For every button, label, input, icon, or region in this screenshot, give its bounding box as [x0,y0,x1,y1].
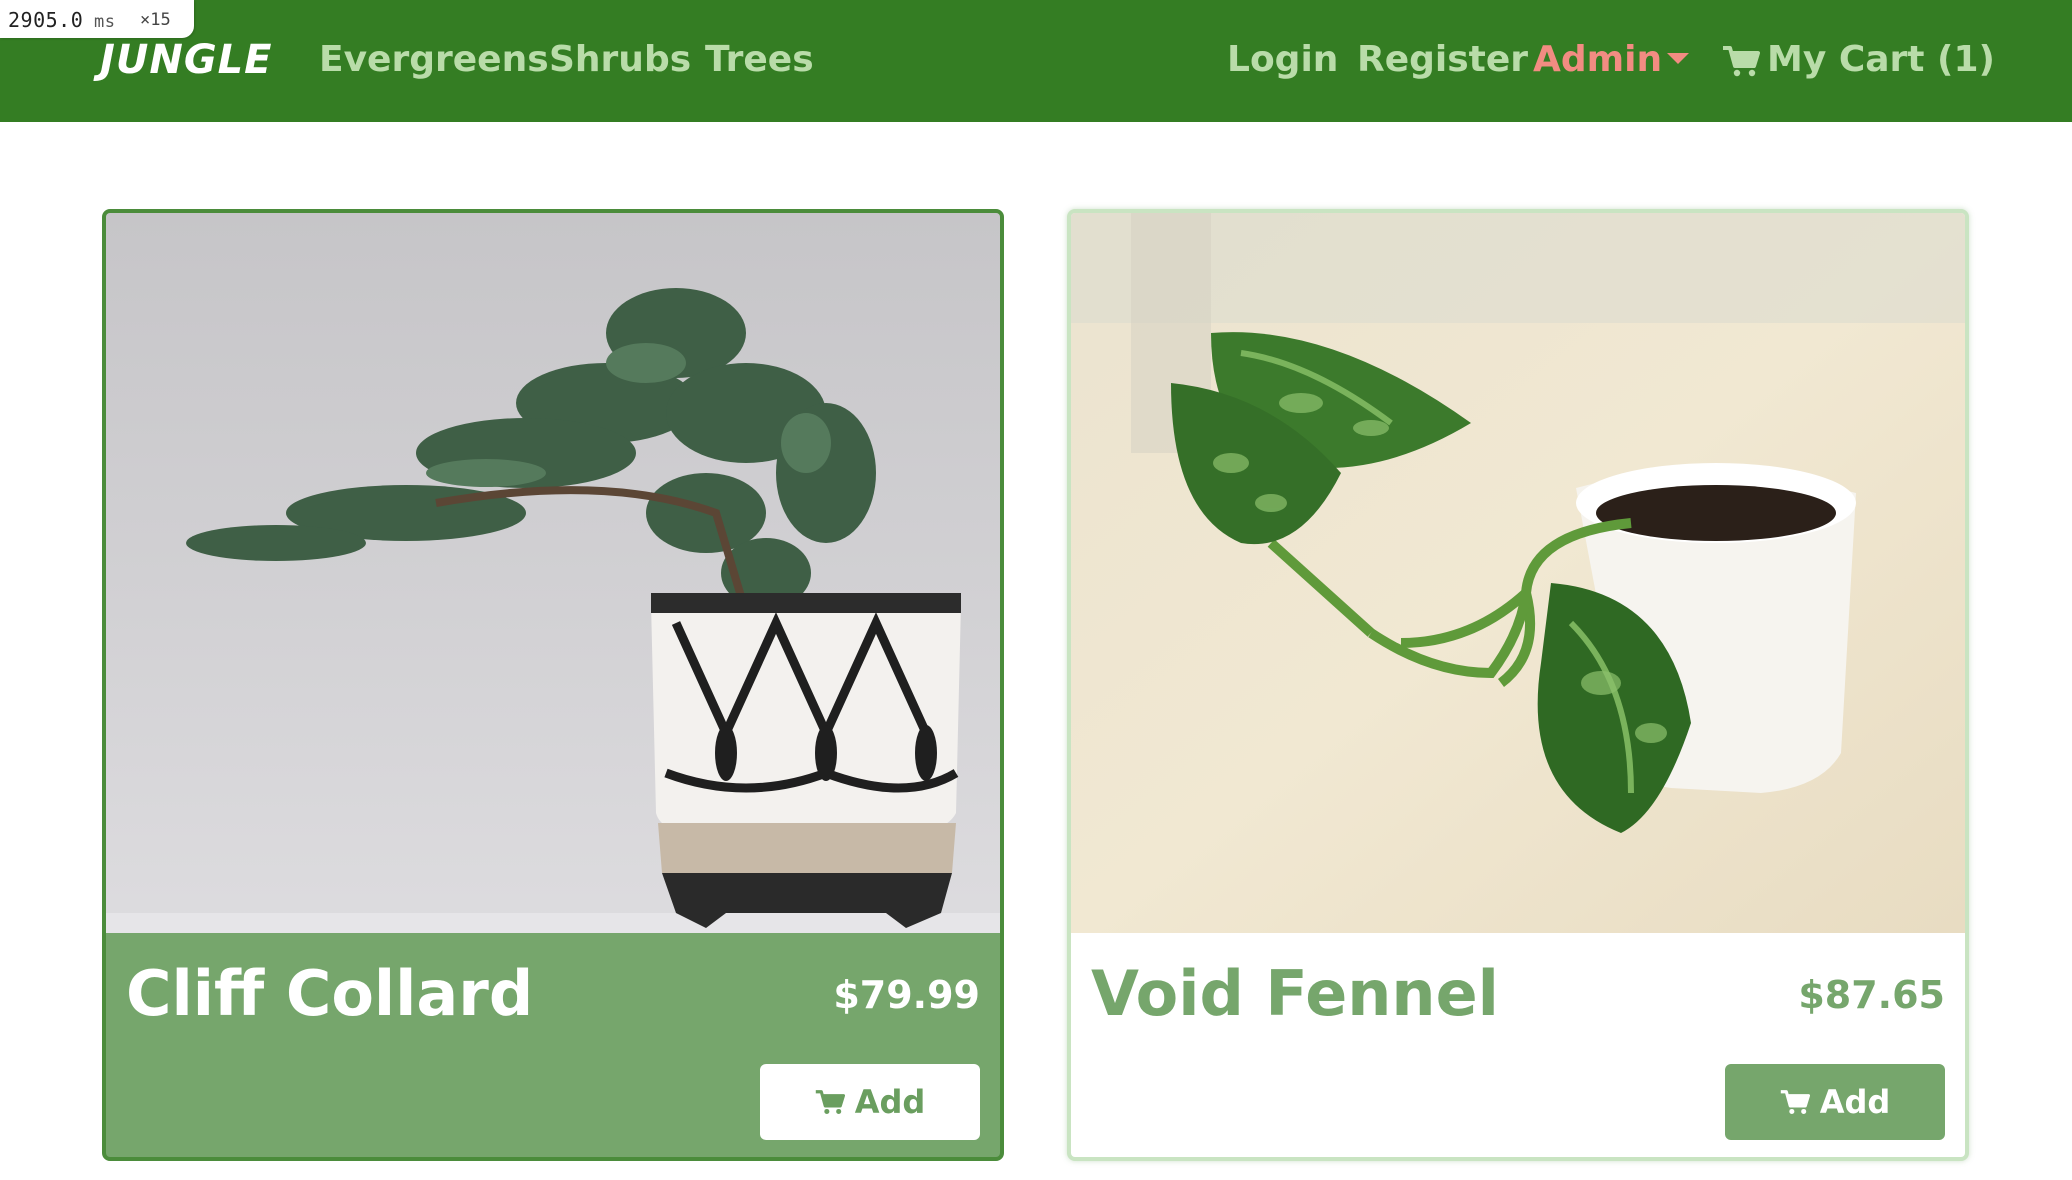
my-cart-link[interactable]: My Cart (1) [1767,36,1995,84]
timing-value: 2905.0 ms [8,8,116,32]
top-navbar: JUNGLE Evergreens Shrubs Trees Login Reg… [0,0,2072,122]
nav-evergreens-link[interactable]: Evergreens [319,36,549,84]
chevron-down-icon[interactable] [1667,53,1689,64]
timing-multiplier: ×15 [140,10,171,30]
product-price: $79.99 [833,973,980,1017]
render-timing-badge: 2905.0 ms ×15 [0,0,194,38]
cart-icon [1780,1089,1810,1115]
product-image[interactable] [1071,213,1965,933]
add-button-label: Add [854,1083,926,1121]
nav-trees-link[interactable]: Trees [705,36,814,84]
add-button-label: Add [1819,1083,1891,1121]
brand-logo[interactable]: JUNGLE [100,36,272,84]
nav-shrubs-link[interactable]: Shrubs [549,36,691,84]
login-link[interactable]: Login [1227,36,1338,84]
cart-icon[interactable] [1722,45,1760,81]
product-name[interactable]: Void Fennel [1091,953,1499,1035]
product-card[interactable]: Void Fennel $87.65 Add [1067,209,1969,1161]
add-to-cart-button[interactable]: Add [760,1064,980,1140]
cart-icon [815,1089,845,1115]
admin-dropdown-toggle[interactable]: Admin [1533,36,1662,84]
product-price: $87.65 [1798,973,1945,1017]
add-to-cart-button[interactable]: Add [1725,1064,1945,1140]
product-name[interactable]: Cliff Collard [126,953,533,1035]
product-card[interactable]: Cliff Collard $79.99 Add [102,209,1004,1161]
register-link[interactable]: Register [1357,36,1528,84]
product-image[interactable] [106,213,1000,933]
